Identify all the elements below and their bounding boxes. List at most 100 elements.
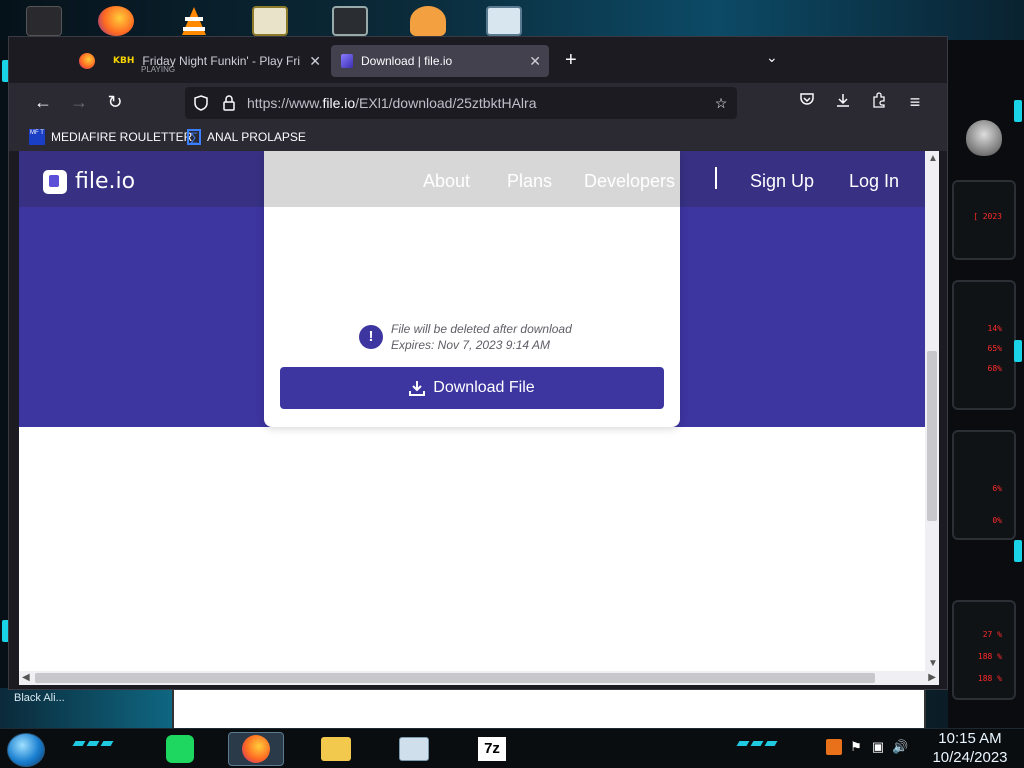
taskbar-decoration [736,741,778,746]
back-arrow-icon[interactable]: ← [31,91,55,115]
vertical-scrollbar[interactable]: ▲ ▼ [925,151,939,671]
download-icon [409,381,426,396]
clock-date: 10/24/2023 [932,749,1008,766]
fileio-logo-icon [43,169,67,194]
page-viewport: file.io ! File will be deleted after dow… [19,151,925,671]
firefox-taskbar-button[interactable] [228,732,284,766]
scroll-left-arrow-icon[interactable]: ◀ [22,672,30,683]
tab-file-io[interactable]: Download | file.io ✕ [331,45,549,77]
system-clock[interactable]: 10:15 AM 10/24/2023 [924,729,1016,767]
close-tab-icon[interactable]: ✕ [529,53,541,70]
pocket-icon[interactable] [795,91,819,115]
bookmark-mediafire-rouletter[interactable]: MF T MEDIAFIRE ROULETTER [29,129,192,145]
lock-icon[interactable] [221,95,237,111]
tab-title: Download | file.io [361,54,453,68]
bookmark-label: ANAL PROLAPSE [207,130,306,144]
taskbar-decoration [72,741,114,746]
flag-icon[interactable]: ⚑ [848,739,864,755]
hud-readout: 0% [992,516,1002,525]
hud-readout: 188 % [977,674,1002,683]
monitor-icon [399,737,429,761]
vertical-scroll-thumb[interactable] [927,351,937,521]
nav-developers-link[interactable]: Developers [584,171,675,192]
spotify-taskbar-button[interactable] [152,732,208,766]
close-tab-icon[interactable]: ✕ [309,53,321,70]
exclamation-icon: ! [359,325,383,349]
reload-icon[interactable]: ↻ [103,91,127,115]
download-button-label: Download File [433,379,535,396]
horizontal-scrollbar[interactable]: ◀ ▶ [19,671,939,685]
hud-readout: 65% [987,344,1002,353]
tracking-shield-icon[interactable] [193,95,209,111]
chevron-down-icon[interactable]: ⌄ [766,49,778,66]
firefox-desktop-icon[interactable] [92,4,140,38]
tab-pinned-firefox[interactable] [69,45,105,77]
sigma-icon: ∑ [187,129,201,145]
7zip-taskbar-button[interactable]: 7z [464,732,520,766]
new-tab-plus-icon[interactable]: + [565,49,577,72]
alienware-logo [966,120,1002,156]
url-bar[interactable]: https://www.file.io/EXl1/download/25ztbk… [185,87,737,119]
taskbar: 7z ⚑ ▣ 🔊 10:15 AM 10/24/2023 [0,728,1024,768]
extensions-icon[interactable] [867,91,891,115]
scroll-down-arrow-icon[interactable]: ▼ [928,658,938,669]
bookmarks-toolbar: MF T MEDIAFIRE ROULETTER ∑ ANAL PROLAPSE [9,123,947,151]
sign-up-link[interactable]: Sign Up [750,171,814,192]
tab-strip: KBH Friday Night Funkin' - Play Fri PLAY… [9,37,947,83]
hud-readout: 14% [987,324,1002,333]
expires-text: Expires: Nov 7, 2023 9:14 AM [391,338,550,352]
downloads-icon[interactable] [831,91,855,115]
delete-after-download-text: File will be deleted after download [391,322,572,336]
nav-plans-link[interactable]: Plans [507,171,552,192]
start-button[interactable] [7,733,45,767]
mft-icon: MF T [29,129,45,145]
fileio-favicon-icon [341,54,353,68]
nav-separator [715,167,717,189]
horizontal-scroll-thumb[interactable] [35,673,875,683]
hud-readout: [ 2023 [973,212,1002,221]
tab-friday-night-funkin[interactable]: KBH Friday Night Funkin' - Play Fri PLAY… [107,45,329,77]
folder-icon [321,737,351,761]
log-in-link[interactable]: Log In [849,171,899,192]
desktop-shortcut-label[interactable]: Black Ali... [14,692,65,704]
network-icon[interactable]: ▣ [870,739,886,755]
hud-readout: 188 % [977,652,1002,661]
clock-time: 10:15 AM [938,730,1002,747]
7zip-icon: 7z [478,737,506,761]
spotify-icon [166,735,194,763]
vlc-desktop-icon[interactable] [170,4,218,38]
user-desktop-icon[interactable] [404,4,452,38]
kbh-logo-icon: KBH [113,56,135,66]
hxd-desktop-icon[interactable] [246,4,294,38]
firefox-icon [242,735,270,763]
right-hud-panel: [ 2023 14% 65% 68% 6% 0% 27 % 188 % 188 … [948,40,1024,728]
tab-playing-label: PLAYING [141,65,176,74]
fileio-logo[interactable]: file.io [43,169,135,194]
desktop-app-icon[interactable] [20,4,68,38]
scroll-up-arrow-icon[interactable]: ▲ [928,153,938,164]
hud-readout: 6% [992,484,1002,493]
performance-monitor-taskbar-button[interactable] [386,732,442,766]
download-file-button[interactable]: Download File [280,367,664,409]
file-explorer-taskbar-button[interactable] [308,732,364,766]
system-tray: ⚑ ▣ 🔊 [826,739,908,755]
volume-icon[interactable]: 🔊 [892,739,908,755]
window-app-desktop-icon[interactable] [480,4,528,38]
app-window-desktop-icon[interactable] [326,4,374,38]
forward-arrow-icon[interactable]: → [67,91,91,115]
url-text[interactable]: https://www.file.io/EXl1/download/25ztbk… [247,95,536,111]
hud-readout: 27 % [982,630,1002,639]
desktop-icon-row [0,0,1024,40]
bookmark-label: MEDIAFIRE ROULETTER [51,130,193,144]
nav-about-link[interactable]: About [423,171,470,192]
tray-app-icon[interactable] [826,739,842,755]
bookmark-star-icon[interactable]: ☆ [713,95,729,111]
scroll-right-arrow-icon[interactable]: ▶ [928,672,936,683]
hamburger-menu-icon[interactable]: ≡ [903,91,927,115]
bookmark-anal-prolapse[interactable]: ∑ ANAL PROLAPSE [187,129,306,145]
navigation-toolbar: ← → ↻ https://www.file.io/EXl1/download/… [9,83,947,123]
firefox-window: KBH Friday Night Funkin' - Play Fri PLAY… [8,36,948,690]
firefox-icon [79,53,95,69]
expiry-notice: ! File will be deleted after download Ex… [359,321,572,353]
background-window[interactable] [172,688,926,730]
